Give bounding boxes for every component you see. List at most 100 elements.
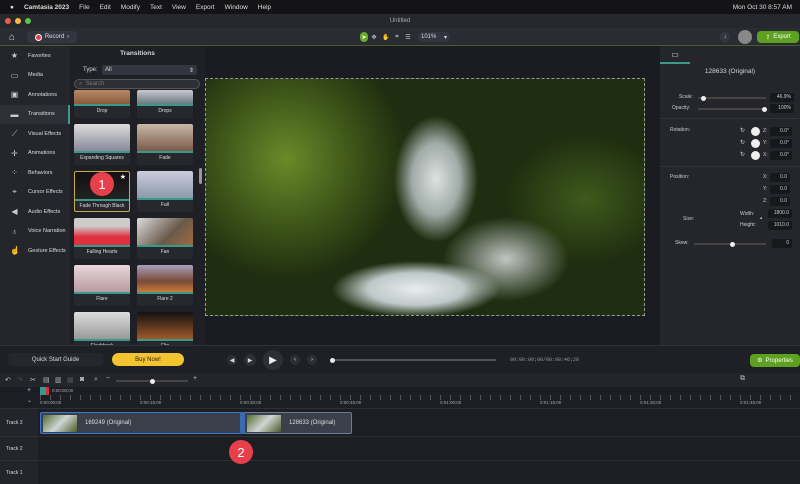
crop-tool-icon[interactable]: ⌗	[393, 32, 401, 42]
sidebar-item-audio-effects[interactable]: ◀ Audio Effects	[0, 202, 70, 222]
rotation-x-field[interactable]: 0.0°	[770, 151, 792, 160]
search-input[interactable]: ⌕ Search	[74, 79, 200, 89]
position-y-field[interactable]: 0.0	[770, 185, 790, 194]
opacity-knob[interactable]	[762, 106, 767, 112]
position-x-field[interactable]: 0.0	[770, 173, 790, 182]
scale-field[interactable]: 46.9%	[770, 93, 794, 102]
rotation-dial[interactable]	[751, 139, 760, 148]
scrubber-knob[interactable]	[330, 357, 335, 363]
minimize-button[interactable]	[15, 18, 21, 24]
zoom-in-icon[interactable]: +	[193, 375, 197, 382]
zoom-knob[interactable]	[150, 378, 155, 384]
split-icon[interactable]: ▦	[67, 376, 74, 384]
transition-thumb[interactable]: Falling Hearts	[74, 218, 130, 259]
step-forward-icon[interactable]: ▶	[244, 354, 256, 366]
menu-help[interactable]: Help	[258, 4, 271, 11]
skew-slider[interactable]	[694, 241, 766, 247]
undo-icon[interactable]: ↶	[5, 376, 11, 384]
sidebar-item-media[interactable]: ▭ Media	[0, 66, 70, 86]
sidebar-item-visual-effects[interactable]: ⟋ Visual Effects	[0, 124, 70, 144]
menu-modify[interactable]: Modify	[121, 4, 140, 11]
next-icon[interactable]: ›	[307, 355, 317, 365]
pan-tool-icon[interactable]: ✥	[370, 32, 378, 42]
apple-icon[interactable]: ●	[10, 4, 14, 11]
playhead-end[interactable]	[46, 387, 49, 395]
sidebar-item-behaviors[interactable]: ⁘ Behaviors	[0, 163, 70, 183]
transition-thumb[interactable]: Fade	[137, 124, 193, 165]
add-track-icon[interactable]: +	[27, 387, 31, 394]
opacity-field[interactable]: 100%	[770, 104, 794, 113]
transition-thumb[interactable]: Flare 2	[137, 265, 193, 306]
skew-field[interactable]: 0	[772, 239, 792, 248]
play-icon[interactable]: ▶	[263, 350, 283, 370]
menu-export[interactable]: Export	[196, 4, 215, 11]
export-button[interactable]: ⇪ Export	[757, 31, 799, 43]
home-icon[interactable]: ⌂	[6, 31, 18, 43]
zoom-select[interactable]: 101% ▾	[418, 32, 450, 42]
app-menu[interactable]: Camtasia 2023	[24, 4, 69, 11]
position-z-field[interactable]: 0.0	[770, 197, 790, 206]
properties-button[interactable]: ⚙ Properties	[750, 354, 800, 367]
record-button[interactable]: Record ›	[27, 31, 77, 43]
favorite-star-icon[interactable]: ★	[120, 173, 126, 181]
sidebar-item-transitions[interactable]: ▬ Transitions	[0, 104, 70, 124]
transition-marker[interactable]	[240, 412, 245, 434]
width-field[interactable]: 1800.0	[768, 209, 792, 218]
menu-view[interactable]: View	[172, 4, 186, 11]
timeline-zoom-slider[interactable]	[116, 378, 188, 384]
timeline-clip[interactable]: 169249 (Original)	[40, 412, 242, 434]
quick-start-button[interactable]: Quick Start Guide	[8, 353, 103, 366]
redo-icon[interactable]: ↷	[17, 376, 23, 384]
rotation-dial[interactable]	[751, 127, 760, 136]
lock-icon[interactable]: ▪	[760, 216, 762, 222]
timeline-clip[interactable]: 128633 (Original)	[244, 412, 352, 434]
collapse-icon[interactable]: ⌄	[27, 397, 32, 404]
maximize-button[interactable]	[25, 18, 31, 24]
scale-slider[interactable]	[698, 95, 766, 101]
scrollbar[interactable]	[199, 168, 202, 184]
height-field[interactable]: 1010.0	[768, 221, 792, 230]
timeline-ruler[interactable]: + ⌄ 0:00:00;00	[0, 387, 800, 408]
step-back-icon[interactable]: ◀	[227, 355, 237, 365]
transition-thumb[interactable]: Flare	[74, 265, 130, 306]
copy-icon[interactable]: ▤	[43, 376, 50, 384]
cut-icon[interactable]: ✂	[30, 376, 36, 384]
snapshot-icon[interactable]: ◙	[80, 376, 84, 383]
type-select[interactable]: All ⇕	[102, 65, 197, 75]
rotation-y-field[interactable]: 0.0°	[770, 139, 792, 148]
visual-properties-tab[interactable]: ▭	[660, 46, 690, 64]
download-icon[interactable]: ↓	[720, 32, 730, 42]
previous-icon[interactable]: ‹	[290, 355, 300, 365]
sidebar-item-gesture-effects[interactable]: ☝ Gesture Effects	[0, 241, 70, 261]
buy-now-button[interactable]: Buy Now!	[112, 353, 184, 366]
track-header[interactable]: Track 2	[0, 437, 38, 460]
track-header[interactable]: Track 1	[0, 461, 38, 484]
sidebar-item-favorites[interactable]: ★ Favorites	[0, 46, 70, 66]
transition-thumb[interactable]: Fan	[137, 218, 193, 259]
sidebar-item-cursor-effects[interactable]: ⌖ Cursor Effects	[0, 183, 70, 203]
sidebar-item-animations[interactable]: ✛ Animations	[0, 144, 70, 164]
menu-edit[interactable]: Edit	[100, 4, 111, 11]
rotation-z-field[interactable]: 0.0°	[770, 127, 792, 136]
skew-knob[interactable]	[730, 241, 735, 247]
zoom-icon[interactable]: ⌕	[94, 376, 98, 384]
rotation-dial[interactable]	[751, 151, 760, 160]
sidebar-item-voice-narration[interactable]: ♁ Voice Narration	[0, 222, 70, 242]
scale-knob[interactable]	[701, 95, 707, 101]
select-tool-icon[interactable]: ➤	[360, 32, 368, 42]
hand-tool-icon[interactable]: ✋	[382, 32, 390, 42]
opacity-slider[interactable]	[698, 106, 767, 112]
track-header[interactable]: Track 3	[0, 409, 38, 436]
avatar[interactable]	[738, 30, 752, 44]
playback-scrubber[interactable]	[330, 357, 496, 363]
transition-thumb[interactable]: Drop	[74, 90, 130, 118]
transition-thumb[interactable]: Fall	[137, 171, 193, 212]
transition-thumb[interactable]: Expanding Squares	[74, 124, 130, 165]
close-button[interactable]	[5, 18, 11, 24]
menu-file[interactable]: File	[79, 4, 89, 11]
detach-icon[interactable]: ⧉	[740, 375, 745, 383]
transition-thumb[interactable]: Drops	[137, 90, 193, 118]
track-2[interactable]: Track 2	[0, 436, 800, 460]
menu-text[interactable]: Text	[150, 4, 162, 11]
zoom-out-icon[interactable]: −	[106, 375, 110, 382]
